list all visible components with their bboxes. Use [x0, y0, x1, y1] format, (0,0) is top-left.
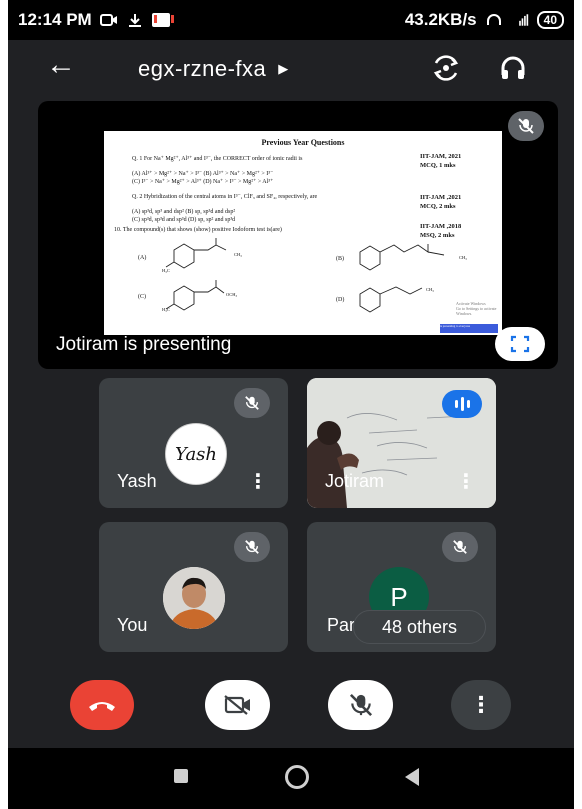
end-call-icon: [89, 702, 115, 711]
headphones-status-icon: [486, 14, 501, 25]
participant-tile-jotiram[interactable]: Jotiram ⋮: [307, 378, 496, 508]
participant-name: Yash: [117, 471, 157, 491]
headset-icon[interactable]: [498, 53, 528, 83]
battery-indicator: 40: [536, 11, 564, 29]
home-icon[interactable]: [285, 765, 309, 789]
system-nav-bar: [8, 748, 574, 809]
meeting-header: ← egx-rzne-fxa ▶: [8, 40, 574, 96]
net-speed: 43.2KB/s: [404, 10, 477, 29]
presenting-label: Jotiram is presenting: [56, 334, 232, 355]
more-vert-icon[interactable]: ⋮: [248, 472, 268, 492]
back-icon[interactable]: [405, 768, 419, 786]
mic-off-icon: [349, 693, 372, 717]
gmail-icon: [151, 13, 174, 27]
switch-camera-icon[interactable]: [431, 53, 461, 83]
participant-tile-yash[interactable]: Yash Yash ⋮: [99, 378, 288, 508]
avatar: [163, 567, 225, 629]
recents-icon[interactable]: [174, 769, 188, 783]
signal-icon: [518, 14, 528, 26]
more-options-button[interactable]: ⋮: [451, 680, 511, 730]
avatar-signature: Yash: [174, 443, 218, 465]
mic-off-icon: [508, 111, 544, 141]
chemical-structures-drawing: [165, 238, 445, 313]
speaking-indicator: [442, 390, 482, 418]
slide-share-bar: is presenting to everyone: [440, 324, 498, 333]
presentation-tile[interactable]: Previous Year Questions Q. 1 For Na⁺ Mg²…: [38, 101, 558, 369]
status-bar: 12:14 PM 43.2KB/s 40: [8, 0, 574, 40]
participant-name: You: [117, 615, 148, 635]
others-count-chip[interactable]: 48 others: [353, 610, 486, 644]
windows-watermark: Activate Windows Go to Settings to activ…: [456, 301, 502, 316]
status-time: 12:14 PM: [18, 10, 92, 29]
download-icon: [128, 14, 141, 27]
shared-slide: Previous Year Questions Q. 1 For Na⁺ Mg²…: [104, 131, 502, 335]
mic-off-icon: [442, 532, 478, 562]
avatar: Yash: [165, 423, 227, 485]
more-vert-icon: ⋮: [470, 692, 492, 717]
participant-name: Par: [327, 615, 356, 635]
camera-off-icon: [223, 695, 250, 715]
participant-name: Jotiram: [325, 471, 385, 491]
meet-call-screen: 12:14 PM 43.2KB/s 40 ← egx-rzne-fxa ▶ Pr…: [8, 0, 574, 809]
mic-off-icon: [234, 532, 270, 562]
participant-tile-you[interactable]: You: [99, 522, 288, 652]
fullscreen-button[interactable]: [495, 327, 545, 361]
more-vert-icon[interactable]: ⋮: [456, 472, 476, 492]
camera-toggle-button[interactable]: [205, 680, 270, 730]
end-call-button[interactable]: [70, 680, 134, 730]
meeting-code-button[interactable]: egx-rzne-fxa ▶: [138, 56, 289, 82]
caret-right-icon: ▶: [278, 61, 289, 76]
watermark-line-2: Go to Settings to activate Windows.: [456, 306, 497, 316]
participant-tile-others[interactable]: P Par 48 others: [307, 522, 496, 652]
meeting-code: egx-rzne-fxa: [138, 56, 267, 81]
mic-toggle-button[interactable]: [328, 680, 393, 730]
video-status-icon: [99, 14, 117, 26]
mic-off-icon: [234, 388, 270, 418]
arrow-left-icon[interactable]: ←: [46, 50, 76, 80]
fullscreen-icon: [510, 335, 530, 353]
